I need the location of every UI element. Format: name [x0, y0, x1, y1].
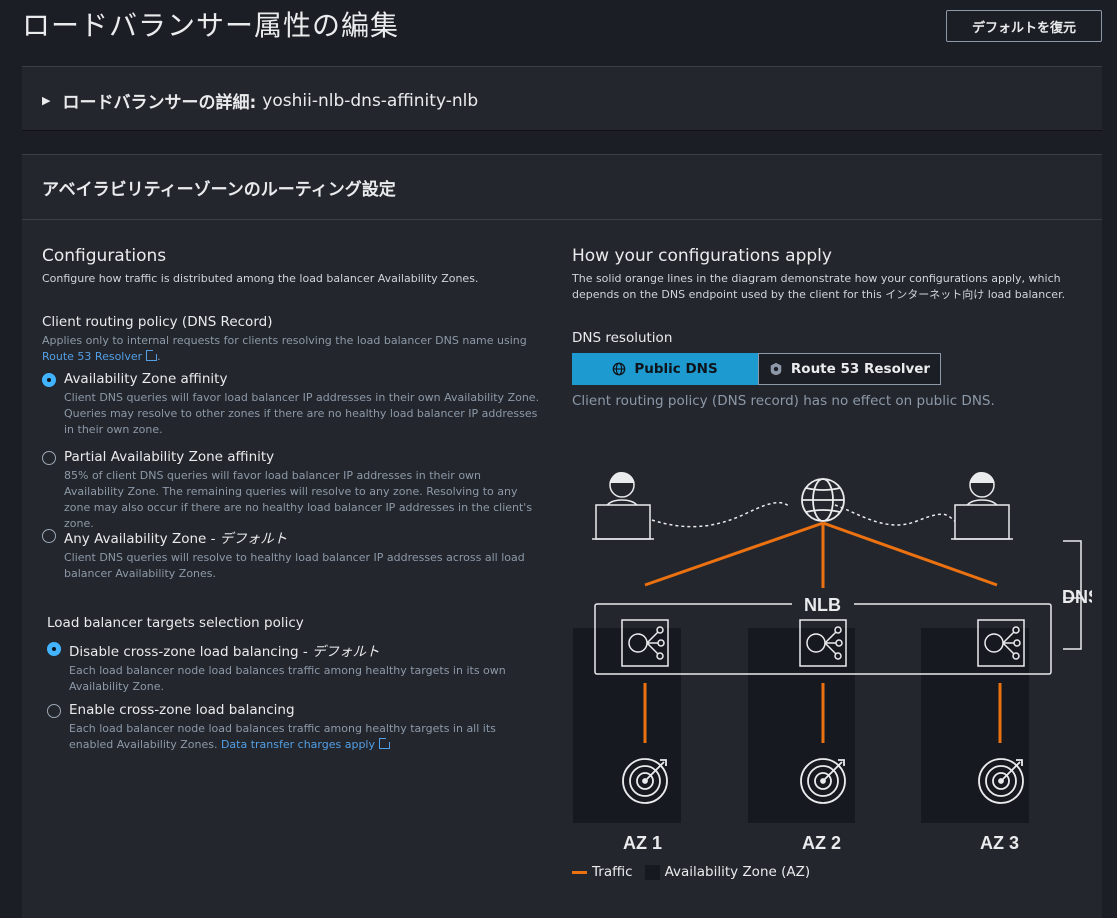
radio-button[interactable] [42, 451, 56, 465]
details-label: ロードバランサーの詳細: [62, 93, 257, 113]
details-panel: ▶ ロードバランサーの詳細: yoshii-nlb-dns-affinity-n… [22, 66, 1102, 130]
external-link-icon [146, 349, 159, 361]
load-balancer-name: yoshii-nlb-dns-affinity-nlb [262, 90, 479, 111]
public-dns-note: Client routing policy (DNS record) has n… [572, 393, 995, 409]
page-title: ロードバランサー属性の編集 [22, 9, 400, 42]
traffic-lines-dns [644, 521, 998, 588]
client-right-icon [951, 471, 1013, 540]
target-icon-az3 [978, 758, 1024, 804]
az2-zone [748, 628, 855, 823]
target-option-disable-cross-zone[interactable]: Disable cross-zone load balancing - デフォル… [47, 640, 542, 695]
dns-label: DNS [1062, 587, 1092, 607]
segment-label: Public DNS [634, 361, 718, 377]
client-policy-option-any-az[interactable]: Any Availability Zone - デフォルト Client DNS… [42, 527, 542, 582]
radio-button[interactable] [42, 373, 56, 387]
client-policy-option-az-affinity[interactable]: Availability Zone affinity Client DNS qu… [42, 371, 542, 438]
option-title: Disable cross-zone load balancing - デフォル… [69, 644, 380, 660]
az-legend-label: Availability Zone (AZ) [664, 864, 811, 880]
option-description: Each load balancer node load balances tr… [69, 664, 506, 693]
how-title: How your configurations apply [572, 246, 832, 266]
routing-panel: アベイラビリティーゾーンのルーティング設定 Configurations Con… [22, 154, 1102, 918]
target-icon-az2 [800, 758, 846, 804]
az2-label: AZ 2 [802, 833, 841, 853]
target-option-enable-cross-zone[interactable]: Enable cross-zone load balancing Each lo… [47, 702, 542, 753]
traffic-legend-label: Traffic [592, 864, 633, 880]
details-expander[interactable]: ▶ ロードバランサーの詳細: yoshii-nlb-dns-affinity-n… [42, 88, 479, 114]
option-description: Client DNS queries will favor load balan… [64, 391, 540, 436]
globe-icon [612, 362, 626, 376]
external-link-icon [379, 737, 391, 749]
diagram-legend: Traffic Availability Zone (AZ) [572, 864, 810, 880]
option-title: Enable cross-zone load balancing [69, 702, 295, 718]
client-policy-option-partial-az-affinity[interactable]: Partial Availability Zone affinity 85% o… [42, 449, 542, 532]
routing-diagram: DNS NLB [573, 471, 1092, 853]
default-suffix: デフォルト [312, 644, 380, 660]
client-routing-policy-label: Client routing policy (DNS Record) [42, 314, 273, 330]
az-legend-swatch [644, 864, 660, 880]
how-description: The solid orange lines in the diagram de… [572, 272, 1066, 301]
configurations-description: Configure how traffic is distributed amo… [42, 272, 479, 285]
dns-resolution-label: DNS resolution [572, 330, 673, 346]
caret-right-icon: ▶ [42, 94, 51, 107]
target-selection-policy-label: Load balancer targets selection policy [47, 615, 304, 631]
public-dns-segment[interactable]: Public DNS [572, 353, 758, 385]
option-title: Any Availability Zone - デフォルト [64, 531, 288, 547]
client-right-dns-line [834, 504, 958, 526]
routing-header: アベイラビリティーゾーンのルーティング設定 [22, 155, 1102, 220]
option-title: Partial Availability Zone affinity [64, 449, 275, 465]
client-left-icon [592, 471, 654, 540]
radio-button[interactable] [47, 704, 61, 718]
option-description: Client DNS queries will resolve to healt… [64, 551, 525, 580]
route53-resolver-link[interactable]: Route 53 Resolver [42, 350, 142, 363]
configurations-title: Configurations [42, 246, 167, 266]
restore-defaults-button[interactable]: デフォルトを復元 [946, 10, 1102, 42]
route53-icon [770, 362, 782, 376]
traffic-legend-swatch [572, 870, 587, 874]
az3-label: AZ 3 [980, 833, 1019, 853]
route53-resolver-segment[interactable]: Route 53 Resolver [758, 353, 941, 385]
help-text: Applies only to internal requests for cl… [42, 334, 527, 347]
segment-label: Route 53 Resolver [790, 361, 931, 377]
target-icon-az1 [622, 758, 668, 804]
az1-label: AZ 1 [623, 833, 662, 853]
default-suffix: デフォルト [219, 531, 288, 547]
radio-button[interactable] [42, 529, 56, 543]
option-description: 85% of client DNS queries will favor loa… [64, 469, 533, 530]
nlb-label: NLB [804, 595, 841, 615]
data-transfer-charges-link[interactable]: Data transfer charges apply [221, 738, 375, 751]
client-routing-policy-help: Applies only to internal requests for cl… [42, 333, 532, 365]
option-description: Each load balancer node load balances tr… [69, 722, 496, 751]
radio-button[interactable] [47, 642, 61, 656]
option-title: Availability Zone affinity [64, 371, 228, 387]
client-left-dns-line [651, 501, 791, 528]
dns-globe-icon [801, 478, 845, 522]
